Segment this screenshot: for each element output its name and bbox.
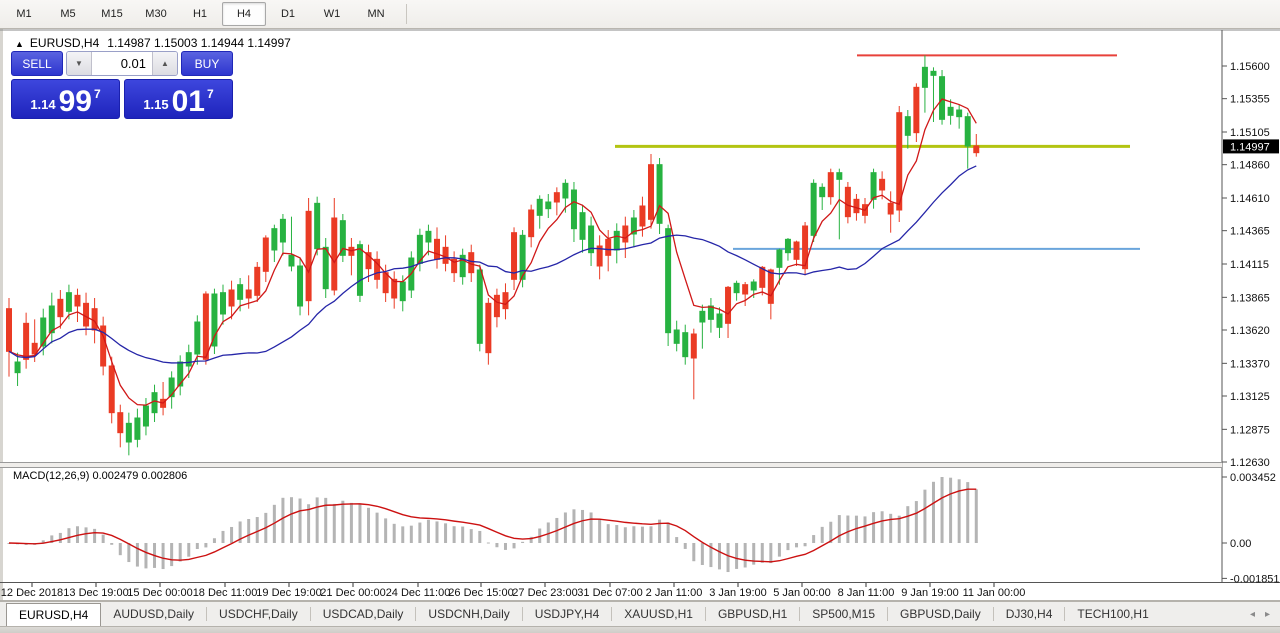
- timeframe-button-m30[interactable]: M30: [134, 2, 178, 26]
- svg-text:2 Jan 11:00: 2 Jan 11:00: [646, 587, 703, 599]
- bid-price-prefix: 1.14: [30, 97, 55, 112]
- svg-text:31 Dec 07:00: 31 Dec 07:00: [577, 587, 642, 599]
- tab-scroll-controls: ◂▸: [1250, 602, 1280, 626]
- svg-text:12 Dec 2018: 12 Dec 2018: [1, 587, 63, 599]
- svg-text:15 Dec 00:00: 15 Dec 00:00: [127, 587, 192, 599]
- timeframe-toolbar: M1M5M15M30H1H4D1W1MN: [0, 0, 1280, 29]
- svg-text:1.14610: 1.14610: [1230, 193, 1270, 205]
- ask-price-pips: 01: [172, 89, 205, 115]
- svg-text:1.15355: 1.15355: [1230, 94, 1270, 106]
- chart-tab-usdcnh-daily[interactable]: USDCNH,Daily: [416, 602, 521, 626]
- svg-text:1.13620: 1.13620: [1230, 325, 1270, 337]
- chart-title: ▲ EURUSD,H4 1.14987 1.15003 1.14944 1.1499…: [15, 36, 291, 50]
- chart-symbol: EURUSD,H4: [30, 36, 99, 50]
- chart-tab-audusd-daily[interactable]: AUDUSD,Daily: [101, 602, 206, 626]
- volume-decrease-button[interactable]: ▼: [67, 52, 92, 75]
- bid-price-point: 7: [94, 87, 101, 101]
- svg-text:18 Dec 11:00: 18 Dec 11:00: [193, 587, 258, 599]
- svg-text:-0.001851: -0.001851: [1230, 573, 1280, 585]
- timeframe-button-m5[interactable]: M5: [46, 2, 90, 26]
- chart-tab-gbpusd-h1[interactable]: GBPUSD,H1: [706, 602, 799, 626]
- chart-tab-bar: EURUSD,H4AUDUSD,DailyUSDCHF,DailyUSDCAD,…: [0, 601, 1280, 626]
- volume-increase-button[interactable]: ▲: [152, 52, 177, 75]
- chart-tab-tech100-h1[interactable]: TECH100,H1: [1065, 602, 1160, 626]
- timeframe-button-h1[interactable]: H1: [178, 2, 222, 26]
- timeframe-button-m15[interactable]: M15: [90, 2, 134, 26]
- svg-text:19 Dec 19:00: 19 Dec 19:00: [256, 587, 321, 599]
- svg-text:27 Dec 23:00: 27 Dec 23:00: [512, 587, 577, 599]
- svg-text:21 Dec 00:00: 21 Dec 00:00: [320, 587, 385, 599]
- volume-spinner: ▼ 0.01 ▲: [66, 51, 178, 76]
- price-axis-labels: 1.15600 1.15355 1.15105 1.14860 1.14610 1.143…: [1222, 61, 1279, 469]
- svg-text:1.15600: 1.15600: [1230, 61, 1270, 73]
- svg-text:1.14860: 1.14860: [1230, 160, 1270, 172]
- chart-tab-sp500-m15[interactable]: SP500,M15: [800, 602, 887, 626]
- svg-text:5 Jan 00:00: 5 Jan 00:00: [773, 587, 831, 599]
- timeframe-button-w1[interactable]: W1: [310, 2, 354, 26]
- chart-tab-usdjpy-h4[interactable]: USDJPY,H4: [523, 602, 611, 626]
- buy-button[interactable]: BUY: [181, 51, 233, 76]
- svg-text:8 Jan 11:00: 8 Jan 11:00: [838, 587, 895, 599]
- chart-tab-eurusd-h4[interactable]: EURUSD,H4: [6, 603, 101, 626]
- ask-price-pane[interactable]: 1.15 01 7: [124, 79, 233, 119]
- volume-input[interactable]: 0.01: [92, 52, 152, 75]
- svg-text:1.14115: 1.14115: [1230, 259, 1269, 271]
- ask-price-prefix: 1.15: [143, 97, 168, 112]
- svg-text:1.13125: 1.13125: [1230, 391, 1270, 403]
- timeframe-button-d1[interactable]: D1: [266, 2, 310, 26]
- time-axis-labels: 12 Dec 201813 Dec 19:0015 Dec 00:0018 De…: [1, 583, 1026, 599]
- timeframe-button-m1[interactable]: M1: [2, 2, 46, 26]
- chart-window: 1.156001.153551.151051.148601.146101.143…: [0, 29, 1280, 601]
- ask-price-point: 7: [207, 87, 214, 101]
- bid-price-pane[interactable]: 1.14 99 7: [11, 79, 120, 119]
- svg-text:26 Dec 15:00: 26 Dec 15:00: [448, 587, 513, 599]
- chart-tab-usdcad-daily[interactable]: USDCAD,Daily: [311, 602, 416, 626]
- svg-text:1.14997: 1.14997: [1230, 141, 1270, 153]
- macd-histogram: [8, 477, 978, 572]
- svg-text:1.13865: 1.13865: [1230, 292, 1270, 304]
- svg-text:11 Jan 00:00: 11 Jan 00:00: [963, 587, 1026, 599]
- svg-text:1.12875: 1.12875: [1230, 424, 1270, 436]
- timeframe-button-mn[interactable]: MN: [354, 2, 398, 26]
- chart-tab-xauusd-h1[interactable]: XAUUSD,H1: [612, 602, 705, 626]
- chart-tab-usdchf-daily[interactable]: USDCHF,Daily: [207, 602, 310, 626]
- macd-indicator-label: MACD(12,26,9) 0.002479 0.002806: [13, 470, 187, 482]
- one-click-trade-panel: SELL ▼ 0.01 ▲ BUY 1.14 99 7 1.15 01 7: [11, 51, 233, 119]
- tab-scroll-left-icon[interactable]: ◂: [1250, 609, 1255, 620]
- svg-text:3 Jan 19:00: 3 Jan 19:00: [709, 587, 767, 599]
- chart-ohlc-values: 1.14987 1.15003 1.14944 1.14997: [107, 36, 291, 50]
- chart-tab-gbpusd-daily[interactable]: GBPUSD,Daily: [888, 602, 993, 626]
- macd-axis-labels: 0.003452 0.00 -0.001851: [1222, 472, 1280, 585]
- svg-text:13 Dec 19:00: 13 Dec 19:00: [63, 587, 128, 599]
- svg-text:1.15105: 1.15105: [1230, 127, 1270, 139]
- svg-text:0.00: 0.00: [1230, 538, 1251, 550]
- svg-text:1.13370: 1.13370: [1230, 358, 1270, 370]
- chart-tab-dj30-h4[interactable]: DJ30,H4: [994, 602, 1065, 626]
- bid-price-pips: 99: [59, 89, 92, 115]
- svg-text:0.003452: 0.003452: [1230, 472, 1276, 484]
- svg-text:1.14365: 1.14365: [1230, 226, 1270, 238]
- timeframe-button-h4[interactable]: H4: [222, 2, 266, 26]
- svg-text:1.12630: 1.12630: [1230, 457, 1270, 469]
- collapse-triangle-icon[interactable]: ▲: [15, 39, 24, 49]
- sell-button[interactable]: SELL: [11, 51, 63, 76]
- tab-scroll-right-icon[interactable]: ▸: [1265, 609, 1270, 620]
- toolbar-separator: [406, 4, 407, 24]
- svg-text:24 Dec 11:00: 24 Dec 11:00: [386, 587, 451, 599]
- svg-text:9 Jan 19:00: 9 Jan 19:00: [901, 587, 959, 599]
